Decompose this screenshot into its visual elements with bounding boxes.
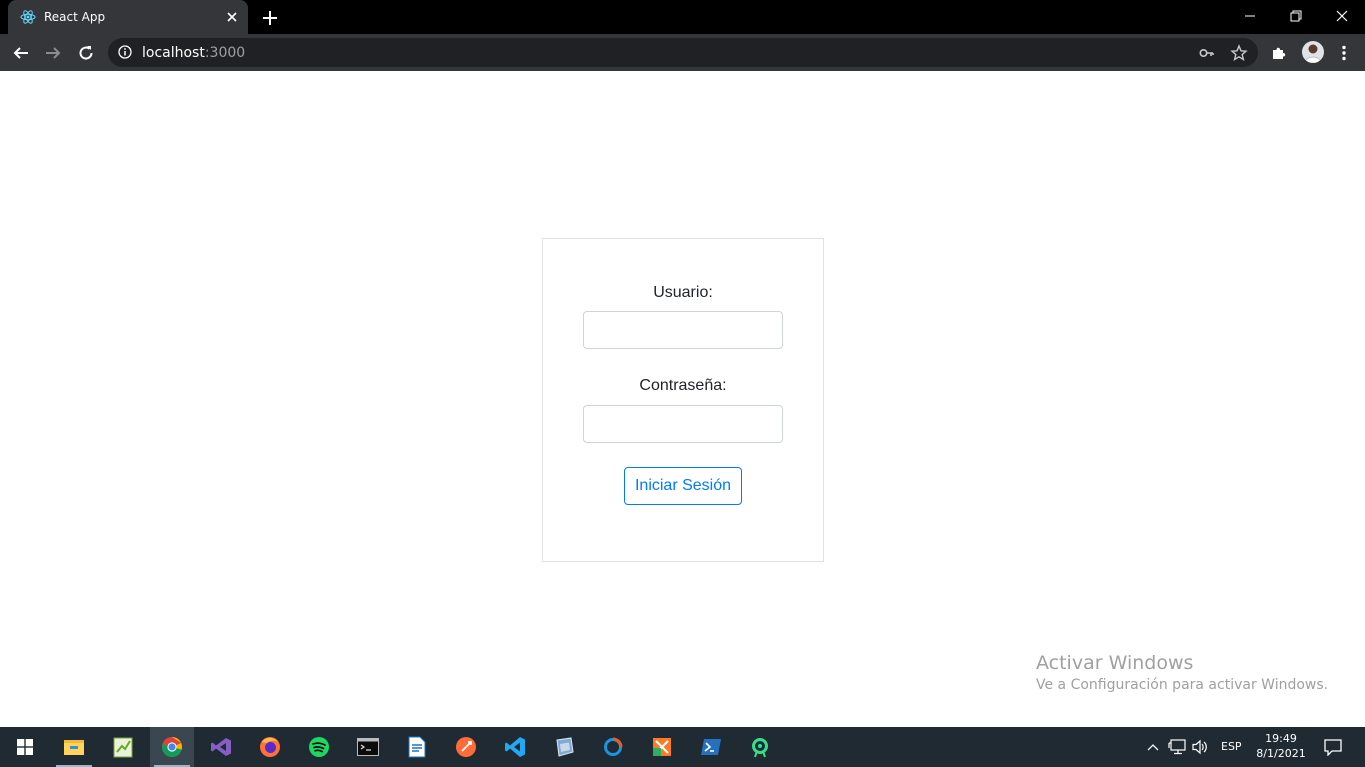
tab-title: React App: [44, 10, 106, 24]
firefox-icon: [260, 737, 280, 757]
tray-network[interactable]: [1167, 737, 1187, 757]
password-label: Contraseña:: [639, 377, 727, 394]
clock-time: 19:49: [1265, 732, 1297, 745]
postman-icon: [456, 737, 476, 757]
chrome-icon: [161, 737, 183, 758]
reload-button[interactable]: [73, 40, 99, 66]
windows-logo-icon: [17, 739, 33, 755]
close-icon: [1336, 10, 1348, 22]
taskbar-firefox[interactable]: [248, 727, 292, 767]
visual-studio-icon: [211, 738, 231, 756]
taskbar-file-explorer[interactable]: [52, 727, 96, 767]
star-icon[interactable]: [1230, 44, 1248, 62]
taskbar-postman[interactable]: [444, 727, 488, 767]
restore-button[interactable]: [1273, 0, 1319, 32]
watermark-subtitle: Ve a Configuración para activar Windows.: [1036, 677, 1329, 693]
powershell-icon: [701, 739, 721, 755]
document-icon: [408, 736, 426, 758]
username-label: Usuario:: [653, 284, 713, 301]
taskbar-git-tool[interactable]: [591, 727, 635, 767]
password-input[interactable]: [583, 405, 783, 443]
watermark-title: Activar Windows: [1036, 652, 1194, 674]
spotify-icon: [309, 737, 329, 757]
taskbar-virtualbox[interactable]: [542, 727, 586, 767]
login-card: Usuario: Contraseña: Iniciar Sesión: [542, 238, 824, 562]
minimize-icon: [1245, 15, 1255, 17]
login-button[interactable]: Iniciar Sesión: [624, 467, 742, 505]
tray-volume[interactable]: [1190, 737, 1210, 757]
chevron-up-icon: [1147, 744, 1159, 751]
taskbar-terminal[interactable]: [346, 727, 390, 767]
taskbar-visual-studio[interactable]: [199, 727, 243, 767]
taskbar-vscode[interactable]: [493, 727, 537, 767]
start-button[interactable]: [3, 727, 47, 767]
taskbar-xampp[interactable]: [640, 727, 684, 767]
vscode-icon: [505, 737, 525, 757]
input-language[interactable]: ESP: [1221, 740, 1242, 753]
network-icon: [1168, 739, 1186, 755]
virtualbox-icon: [556, 737, 574, 757]
taskbar-spotify[interactable]: [297, 727, 341, 767]
close-tab-icon[interactable]: [224, 9, 240, 25]
forward-button[interactable]: [40, 40, 66, 66]
browser-toolbar: localhost:3000: [0, 34, 1365, 71]
taskbar-document[interactable]: [395, 727, 439, 767]
address-bar[interactable]: localhost:3000: [108, 38, 1258, 67]
clock[interactable]: 19:49 8/1/2021: [1256, 731, 1306, 761]
taskbar-chrome[interactable]: [150, 727, 194, 767]
browser-menu-button[interactable]: [1331, 40, 1357, 66]
user-avatar-icon: [1304, 44, 1322, 63]
notepad-plus-icon: [113, 737, 133, 758]
extensions-button[interactable]: [1266, 40, 1292, 66]
android-studio-icon: [752, 738, 768, 758]
arrow-left-icon: [13, 47, 28, 59]
browser-tab-strip: React App: [0, 0, 1365, 34]
terminal-icon: [357, 738, 379, 756]
tray-show-hidden[interactable]: [1143, 737, 1163, 757]
action-center-button[interactable]: [1323, 737, 1343, 757]
browser-tab[interactable]: React App: [8, 0, 248, 34]
username-input[interactable]: [583, 311, 783, 349]
url-host: localhost: [142, 45, 205, 61]
react-logo-icon: [20, 10, 36, 24]
more-vertical-icon: [1342, 45, 1346, 61]
xampp-icon: [653, 738, 671, 756]
activation-watermark: Activar Windows Ve a Configuración para …: [1036, 652, 1328, 693]
puzzle-icon: [1273, 47, 1286, 59]
taskbar-android-studio[interactable]: [738, 727, 782, 767]
profile-avatar[interactable]: [1302, 41, 1324, 63]
file-explorer-icon: [64, 740, 84, 755]
restore-icon: [1290, 10, 1302, 22]
notification-icon: [1324, 738, 1342, 756]
url-text: localhost:3000: [142, 45, 245, 61]
new-tab-icon[interactable]: [260, 8, 280, 28]
key-icon[interactable]: [1198, 44, 1216, 62]
taskbar-notepad-plus[interactable]: [101, 727, 145, 767]
back-button[interactable]: [8, 40, 34, 66]
reload-icon: [79, 46, 93, 60]
close-window-button[interactable]: [1319, 0, 1365, 32]
minimize-button[interactable]: [1227, 0, 1273, 32]
arrow-right-icon: [46, 47, 61, 59]
taskbar-powershell[interactable]: [689, 727, 733, 767]
url-port: :3000: [204, 45, 246, 61]
info-icon[interactable]: [118, 45, 132, 59]
windows-taskbar: ESP 19:49 8/1/2021: [0, 727, 1365, 767]
clock-date: 8/1/2021: [1256, 747, 1306, 760]
volume-icon: [1192, 739, 1207, 755]
git-icon: [604, 737, 623, 756]
